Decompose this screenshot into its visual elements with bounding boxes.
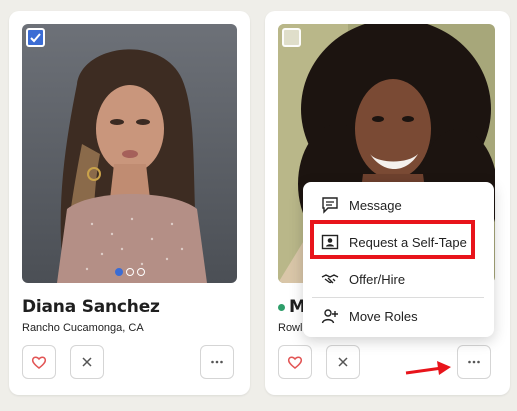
talent-name[interactable]: Diana Sanchez bbox=[22, 297, 160, 317]
photo-dot[interactable] bbox=[125, 268, 134, 276]
favorite-button[interactable] bbox=[22, 345, 56, 379]
message-icon bbox=[320, 195, 340, 215]
more-options-menu: Message Request a Self-Tape Offer/Hire M… bbox=[303, 182, 494, 337]
menu-item-label: Move Roles bbox=[349, 308, 418, 324]
menu-item-label: Offer/Hire bbox=[349, 271, 406, 287]
more-icon bbox=[211, 360, 223, 364]
talent-location: Rancho Cucamonga, CA bbox=[22, 322, 144, 334]
menu-item-label: Request a Self-Tape bbox=[349, 234, 467, 250]
more-icon bbox=[468, 360, 480, 364]
talent-card-diana[interactable]: Diana Sanchez Rancho Cucamonga, CA bbox=[9, 11, 250, 395]
person-add-icon bbox=[320, 306, 340, 326]
online-status-dot bbox=[278, 304, 285, 311]
menu-item-request-self-tape[interactable]: Request a Self-Tape bbox=[311, 225, 485, 259]
pointer-arrow-icon bbox=[405, 361, 451, 375]
check-icon bbox=[30, 33, 41, 43]
more-options-button[interactable] bbox=[200, 345, 234, 379]
dismiss-button[interactable] bbox=[326, 345, 360, 379]
select-checkbox[interactable] bbox=[282, 28, 301, 47]
menu-item-offer-hire[interactable]: Offer/Hire bbox=[311, 262, 485, 296]
favorite-button[interactable] bbox=[278, 345, 312, 379]
photo-dot[interactable] bbox=[136, 268, 145, 276]
handshake-icon bbox=[320, 269, 340, 289]
menu-divider bbox=[312, 297, 484, 298]
self-tape-icon bbox=[320, 232, 340, 252]
headshot-photo[interactable] bbox=[22, 24, 237, 283]
menu-item-message[interactable]: Message bbox=[311, 188, 485, 222]
dismiss-button[interactable] bbox=[70, 345, 104, 379]
more-options-button[interactable] bbox=[457, 345, 491, 379]
photo-pagination bbox=[114, 268, 145, 276]
close-icon bbox=[82, 357, 92, 367]
photo-dot[interactable] bbox=[114, 268, 123, 276]
heart-icon bbox=[31, 356, 47, 369]
talent-location: Rowl bbox=[278, 322, 303, 334]
close-icon bbox=[338, 357, 348, 367]
menu-item-move-roles[interactable]: Move Roles bbox=[311, 299, 485, 333]
select-checkbox[interactable] bbox=[26, 28, 45, 47]
menu-item-label: Message bbox=[349, 197, 402, 213]
heart-icon bbox=[287, 356, 303, 369]
